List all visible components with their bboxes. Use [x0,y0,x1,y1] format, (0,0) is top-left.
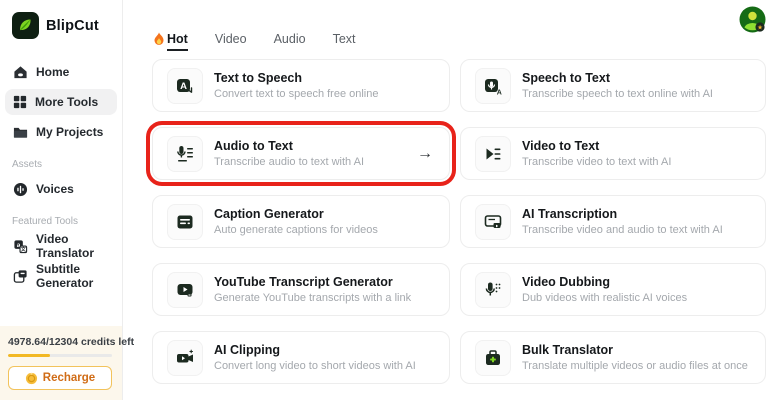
card-ai-transcription[interactable]: AI Transcription Transcribe video and aud… [460,195,766,248]
sidebar-item-video-translator[interactable]: a文 Video Translator [5,232,117,260]
credits-progress-bar [8,354,112,357]
card-ai-clipping[interactable]: AI Clipping Convert long video to short v… [152,331,450,384]
card-bulk-translator[interactable]: Bulk Translator Translate multiple videos… [460,331,766,384]
card-title: Text to Speech [214,71,302,85]
blipcut-logo-icon [12,12,39,39]
nav-label: Subtitle Generator [36,262,94,290]
card-subtitle: Convert text to speech free online [214,88,379,100]
sidebar: BlipCut Home More Tools My Projects Asse… [0,0,135,400]
sidebar-nav: Home More Tools My Projects [0,59,122,145]
card-video-to-text[interactable]: Video to Text Transcribe video to text wi… [460,127,766,180]
svg-text:A: A [180,80,187,91]
section-label-assets: Assets [12,159,43,170]
arrow-right-icon: → [417,144,433,162]
card-title: Video to Text [522,139,600,153]
credits-left-text: 4978.64/12304 credits left [8,336,135,348]
card-title: YouTube Transcript Generator [214,275,393,289]
tab-video[interactable]: Video [215,32,247,51]
tab-hot[interactable]: Hot [153,32,188,52]
card-subtitle: Translate multiple videos or audio files… [522,360,748,372]
nav-label: More Tools [35,95,99,109]
sidebar-item-voices[interactable]: Voices [5,176,117,202]
nav-label: Home [36,65,70,79]
card-title: AI Transcription [522,207,618,221]
tab-label: Video [214,32,247,46]
card-title: Audio to Text [214,139,293,153]
card-subtitle: Transcribe audio to text with AI [214,156,364,168]
section-label-featured-tools: Featured Tools [12,216,78,227]
sidebar-item-home[interactable]: Home [5,59,117,85]
text-to-speech-icon: A [167,67,203,104]
grid-icon [13,95,27,109]
card-subtitle: Transcribe video and audio to text with … [522,224,723,236]
recharge-label: Recharge [42,372,96,384]
video-to-text-icon [475,135,511,172]
folder-icon [13,127,28,138]
video-dubbing-icon [475,271,511,308]
flame-icon [154,32,164,45]
card-video-dubbing[interactable]: Video Dubbing Dub videos with realistic A… [460,263,766,316]
video-translator-icon: a文 [14,239,28,253]
card-title: AI Clipping [214,343,280,357]
card-subtitle: Transcribe speech to text online with AI [522,88,713,100]
tab-label: Audio [273,32,306,46]
ai-clipping-icon [167,339,203,376]
card-subtitle: Convert long video to short videos with … [214,360,416,372]
tab-label: Hot [167,32,188,52]
tools-grid: A Text to Speech Convert text to speech f… [146,59,766,384]
coin-icon [25,372,37,384]
sidebar-item-subtitle-generator[interactable]: Subtitle Generator [5,262,117,290]
svg-text:文: 文 [21,245,27,253]
youtube-transcript-icon [167,271,203,308]
main-content: Hot Video Audio Text A Text to Speech Con… [140,0,771,400]
card-title: Speech to Text [522,71,610,85]
svg-text:★: ★ [757,24,763,32]
card-title: Video Dubbing [522,275,610,289]
nav-label: Video Translator [36,232,95,260]
ai-transcription-icon [475,203,511,240]
card-text-to-speech[interactable]: A Text to Speech Convert text to speech f… [152,59,450,112]
tab-bar: Hot Video Audio Text [140,0,771,52]
card-subtitle: Auto generate captions for videos [214,224,378,236]
tab-label: Text [332,32,356,46]
brand-name: BlipCut [46,17,99,34]
card-subtitle: Generate YouTube transcripts with a link [214,292,412,304]
tab-audio[interactable]: Audio [274,32,306,51]
sidebar-item-my-projects[interactable]: My Projects [5,119,117,145]
card-subtitle: Dub videos with realistic AI voices [522,292,688,304]
bulk-translator-icon [475,339,511,376]
nav-label: My Projects [36,125,104,139]
card-title: Bulk Translator [522,343,613,357]
card-audio-to-text[interactable]: Audio to Text Transcribe audio to text wi… [146,121,456,186]
recharge-button[interactable]: Recharge [8,366,112,390]
avatar[interactable]: ★ [739,6,766,33]
featured-tools-nav: a文 Video Translator Subtitle Generator [0,232,122,290]
svg-text:A: A [497,89,502,96]
home-icon [14,65,27,78]
voice-waveform-icon [13,182,28,196]
card-title: Caption Generator [214,207,324,221]
credits-panel: 4978.64/12304 credits left Recharge [0,326,135,400]
assets-nav: Voices [0,176,122,202]
tab-text[interactable]: Text [333,32,356,51]
audio-to-text-icon [167,135,203,172]
brand[interactable]: BlipCut [0,0,122,39]
subtitle-generator-icon [13,269,27,283]
nav-label: Voices [36,182,74,196]
card-subtitle: Transcribe video to text with AI [522,156,672,168]
card-youtube-transcript-generator[interactable]: YouTube Transcript Generator Generate You… [152,263,450,316]
caption-generator-icon [167,203,203,240]
credits-progress-fill [8,354,50,357]
speech-to-text-icon: A [475,67,511,104]
card-speech-to-text[interactable]: A Speech to Text Transcribe speech to tex… [460,59,766,112]
sidebar-item-more-tools[interactable]: More Tools [5,89,117,115]
card-caption-generator[interactable]: Caption Generator Auto generate captions … [152,195,450,248]
